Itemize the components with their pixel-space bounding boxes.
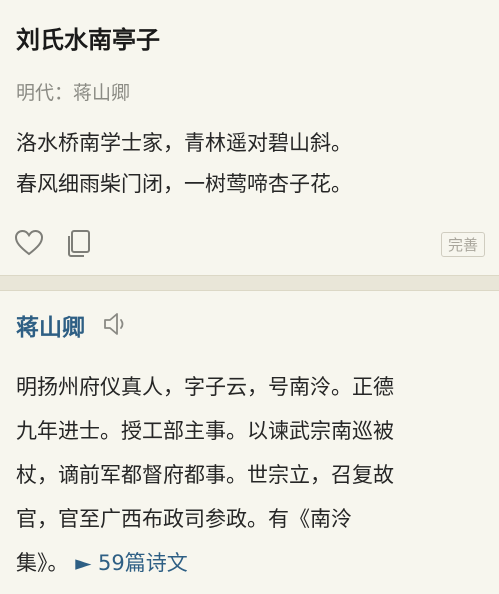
author-name-link[interactable]: 蒋山卿 bbox=[16, 308, 85, 342]
author-bio: 明扬州府仪真人，字子云，号南泠。正德 九年进士。授工部主事。以谏武宗南巡被 杖，… bbox=[16, 365, 486, 585]
more-works-link[interactable]: ► 59篇诗文 bbox=[75, 551, 188, 575]
poem-line: 春风细雨柴门闭，一树莺啼杏子花。 bbox=[16, 172, 352, 196]
speaker-icon[interactable] bbox=[101, 311, 129, 337]
bio-line-last: 集》。 ► 59篇诗文 bbox=[16, 541, 486, 585]
improve-button[interactable]: 完善 bbox=[440, 232, 485, 257]
poem-card: 刘氏水南亭子 明代：蒋山卿 洛水桥南学士家，青林遥对碧山斜。 春风细雨柴门闭，一… bbox=[0, 0, 499, 276]
poem-line: 洛水桥南学士家，青林遥对碧山斜。 bbox=[16, 131, 352, 155]
bio-line: 官，官至广西布政司参政。有《南泠 bbox=[16, 507, 352, 531]
bio-line: 九年进士。授工部主事。以谏武宗南巡被 bbox=[16, 419, 394, 443]
bio-line: 杖，谪前军都督府都事。世宗立，召复故 bbox=[16, 463, 394, 487]
bio-line: 明扬州府仪真人，字子云，号南泠。正德 bbox=[16, 375, 394, 399]
bio-line: 集》。 bbox=[16, 551, 69, 575]
poem-title: 刘氏水南亭子 bbox=[16, 26, 160, 54]
poem-dynasty-author: 明代：蒋山卿 bbox=[16, 82, 131, 104]
copy-icon[interactable] bbox=[63, 228, 93, 258]
heart-icon[interactable] bbox=[14, 228, 44, 258]
